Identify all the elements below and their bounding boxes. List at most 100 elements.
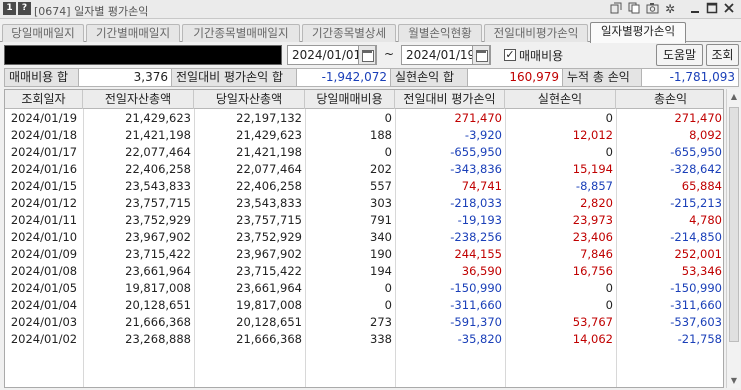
- cell-prev-assets: 22,406,258: [125, 162, 191, 176]
- tab-monthly-pnl[interactable]: 월별손익현황: [398, 24, 482, 42]
- cell-total: 53,346: [681, 264, 722, 278]
- cell-prev-eval: -343,836: [450, 162, 502, 176]
- fee-checkbox-label: 매매비용: [519, 49, 564, 63]
- table-row[interactable]: 2024/01/08 23,661,964 23,715,422 194 36,590 1…: [5, 263, 723, 280]
- table-row[interactable]: 2024/01/03 21,666,368 20,128,651 273 -591,37…: [5, 314, 723, 331]
- table-row[interactable]: 2024/01/11 23,752,929 23,757,715 791 -19,193…: [5, 212, 723, 229]
- account-field[interactable]: [4, 45, 282, 65]
- cell-prev-assets: 23,268,888: [125, 332, 191, 346]
- col-prev-assets[interactable]: 전일자산총액: [83, 90, 194, 109]
- table-row[interactable]: 2024/01/19 21,429,623 22,197,132 0 271,470 0 2…: [5, 110, 723, 127]
- scroll-up-icon[interactable]: ▲: [727, 89, 741, 104]
- cell-today-fee: 340: [370, 230, 392, 244]
- cell-prev-eval: 271,470: [454, 111, 502, 125]
- cell-date: 2024/01/16: [10, 162, 78, 176]
- cell-today-fee: 338: [370, 332, 392, 346]
- cell-today-fee: 791: [370, 213, 392, 227]
- query-button[interactable]: 조회: [706, 44, 739, 66]
- cell-realized: -8,857: [575, 179, 613, 193]
- cell-prev-assets: 21,429,623: [125, 111, 191, 125]
- col-total[interactable]: 총손익: [616, 90, 723, 109]
- cell-realized: 23,406: [572, 230, 613, 244]
- start-calendar-icon[interactable]: [358, 45, 376, 65]
- screen-number-badge[interactable]: 1: [3, 2, 16, 15]
- table-row[interactable]: 2024/01/09 23,715,422 23,967,902 190 244,155…: [5, 246, 723, 263]
- help-button[interactable]: 도움말: [656, 44, 703, 66]
- cell-today-assets: 21,429,623: [236, 128, 302, 142]
- realized-total-value: 160,979: [467, 68, 563, 87]
- table-row[interactable]: 2024/01/10 23,967,902 23,752,929 340 -238,25…: [5, 229, 723, 246]
- cell-prev-eval: 244,155: [454, 247, 502, 261]
- col-prev-eval[interactable]: 전일대비 평가손익: [395, 90, 505, 109]
- cell-total: -537,603: [670, 315, 722, 329]
- cell-prev-assets: 23,715,422: [125, 247, 191, 261]
- table-row[interactable]: 2024/01/18 21,421,198 21,429,623 188 -3,920 1…: [5, 127, 723, 144]
- col-today-fee[interactable]: 당일매매비용: [305, 90, 395, 109]
- cell-prev-assets: 23,967,902: [125, 230, 191, 244]
- cumulative-total-label: 누적 총 손익: [562, 68, 642, 87]
- date-range-separator: ~: [384, 47, 395, 61]
- table-header: 조회일자 전일자산총액 당일자산총액 당일매매비용 전일대비 평가손익 실현손익…: [5, 90, 723, 109]
- scroll-down-icon[interactable]: ▼: [727, 373, 741, 388]
- close-icon[interactable]: [722, 2, 736, 16]
- scroll-thumb[interactable]: [729, 107, 739, 342]
- tab-prev-day-eval[interactable]: 전일대비평가손익: [484, 24, 588, 42]
- cell-total: -214,850: [670, 230, 722, 244]
- cell-date: 2024/01/12: [10, 196, 78, 210]
- cell-today-assets: 22,406,258: [236, 179, 302, 193]
- table-row[interactable]: 2024/01/16 22,406,258 22,077,464 202 -343,83…: [5, 161, 723, 178]
- cell-today-fee: 557: [370, 179, 392, 193]
- table-row[interactable]: 2024/01/15 23,543,833 22,406,258 557 74,741 -…: [5, 178, 723, 195]
- title-bar: 1 ? [0674] 일자별 평가손익 ✲: [0, 0, 741, 19]
- cell-today-fee: 0: [384, 111, 392, 125]
- col-realized[interactable]: 실현손익: [505, 90, 616, 109]
- realized-total-label: 실현손익 합: [390, 68, 468, 87]
- cell-prev-eval: 36,590: [461, 264, 502, 278]
- table-row[interactable]: 2024/01/12 23,757,715 23,543,833 303 -218,03…: [5, 195, 723, 212]
- cell-total: 271,470: [674, 111, 722, 125]
- cell-total: -150,990: [670, 281, 722, 295]
- fee-checkbox[interactable]: ✓: [504, 49, 516, 61]
- vertical-scrollbar[interactable]: ▲ ▼: [726, 89, 740, 388]
- cell-date: 2024/01/05: [10, 281, 78, 295]
- col-date[interactable]: 조회일자: [5, 90, 83, 109]
- cell-today-assets: 23,752,929: [236, 230, 302, 244]
- cell-prev-eval: -311,660: [450, 298, 502, 312]
- cell-prev-assets: 21,421,198: [125, 128, 191, 142]
- cell-date: 2024/01/02: [10, 332, 78, 346]
- cell-today-fee: 194: [370, 264, 392, 278]
- cell-today-assets: 23,967,902: [236, 247, 302, 261]
- cell-realized: 23,973: [572, 213, 613, 227]
- cell-realized: 14,062: [572, 332, 613, 346]
- tab-period-stock-detail[interactable]: 기간종목별상세: [302, 24, 396, 42]
- camera-icon[interactable]: [645, 2, 659, 16]
- cell-today-assets: 23,543,833: [236, 196, 302, 210]
- tab-period-stock-journal[interactable]: 기간종목별매매일지: [182, 24, 300, 42]
- tab-daily-eval[interactable]: 일자별평가손익: [590, 22, 686, 43]
- table-row[interactable]: 2024/01/04 20,128,651 19,817,008 0 -311,660 0…: [5, 297, 723, 314]
- cell-today-assets: 22,197,132: [236, 111, 302, 125]
- maximize-icon[interactable]: [705, 2, 719, 16]
- col-today-assets[interactable]: 당일자산총액: [194, 90, 305, 109]
- cell-today-fee: 202: [370, 162, 392, 176]
- table-row[interactable]: 2024/01/17 22,077,464 21,421,198 0 -655,950 0…: [5, 144, 723, 161]
- cell-today-fee: 190: [370, 247, 392, 261]
- link-icon[interactable]: [609, 2, 623, 16]
- tab-daily-journal[interactable]: 당일매매일지: [2, 24, 84, 42]
- end-calendar-icon[interactable]: [472, 45, 490, 65]
- cell-date: 2024/01/19: [10, 111, 78, 125]
- table-row[interactable]: 2024/01/02 23,268,888 21,666,368 338 -35,820…: [5, 331, 723, 348]
- copy-icon[interactable]: [627, 2, 641, 16]
- tab-period-journal[interactable]: 기간별매매일지: [86, 24, 180, 42]
- cell-prev-assets: 23,661,964: [125, 264, 191, 278]
- cell-date: 2024/01/15: [10, 179, 78, 193]
- minimize-icon[interactable]: [688, 2, 702, 16]
- cell-prev-assets: 20,128,651: [125, 298, 191, 312]
- table-row[interactable]: 2024/01/05 19,817,008 23,661,964 0 -150,990 0…: [5, 280, 723, 297]
- prev-eval-total-value: -1,942,072: [296, 68, 391, 87]
- help-badge[interactable]: ?: [18, 2, 31, 15]
- gear-icon[interactable]: ✲: [663, 2, 677, 16]
- cell-prev-eval: 74,741: [461, 179, 502, 193]
- fee-total-value: 3,376: [78, 68, 172, 87]
- cell-prev-eval: -3,920: [464, 128, 502, 142]
